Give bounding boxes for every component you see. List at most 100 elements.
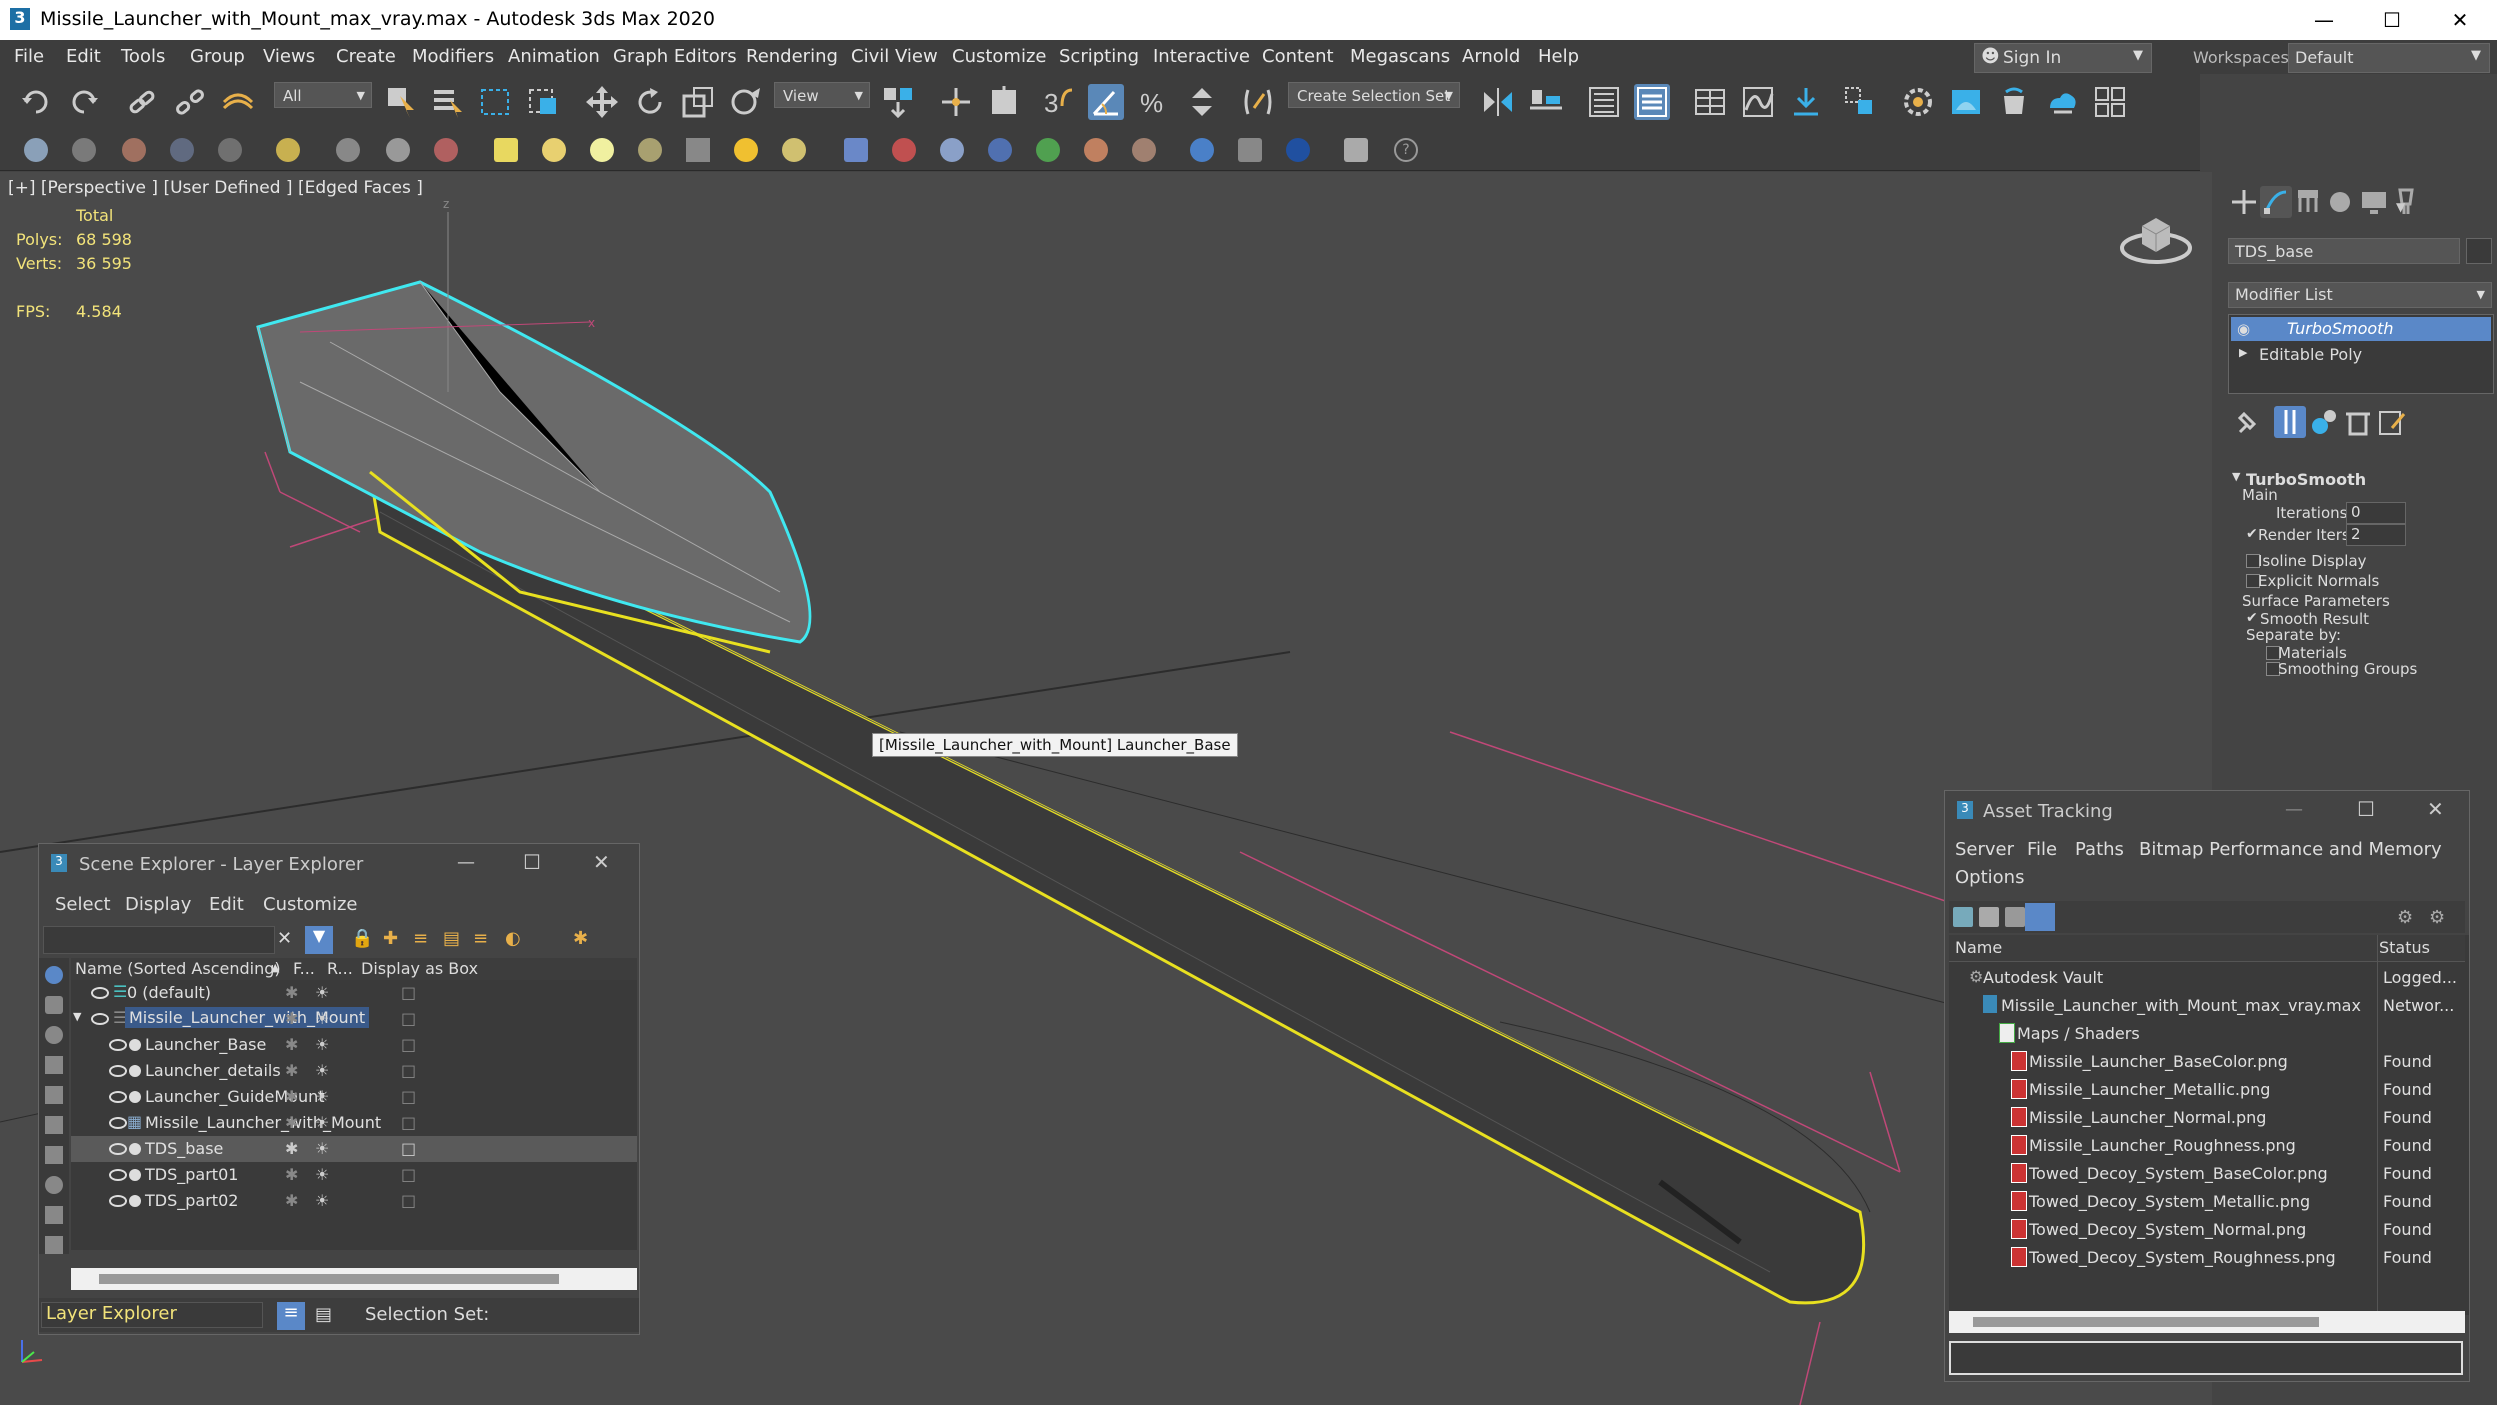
- object-row[interactable]: TDS_part02 ✱ ☀ □: [71, 1188, 637, 1214]
- xref-icon[interactable]: [336, 138, 360, 162]
- asset-row[interactable]: Maps / Shaders: [1949, 1021, 2465, 1047]
- stack-item-turbosmooth[interactable]: ◉ TurboSmooth: [2231, 317, 2491, 341]
- box-icon[interactable]: □: [401, 1087, 416, 1106]
- close-button[interactable]: ✕: [2426, 0, 2494, 40]
- column-name[interactable]: Name (Sorted Ascending): [75, 959, 281, 978]
- hair-icon[interactable]: [844, 138, 868, 162]
- asset-tracking-titlebar[interactable]: 3 Asset Tracking — ☐ ✕: [1945, 791, 2469, 833]
- column-renderable[interactable]: R...: [327, 959, 353, 978]
- sign-in-dropdown[interactable]: ☻ Sign In ▼: [1974, 43, 2152, 73]
- stack-item-editable-poly[interactable]: ▶ Editable Poly: [2231, 343, 2491, 367]
- layer-row[interactable]: ☰ 0 (default) ✱ ☀ □: [71, 980, 637, 1006]
- render-icon[interactable]: ☀: [315, 983, 329, 1002]
- freeze-icon[interactable]: ✱: [285, 1165, 298, 1184]
- displacement-icon[interactable]: [1132, 138, 1156, 162]
- highlight-icon[interactable]: ◐: [505, 928, 521, 949]
- eye-icon[interactable]: [109, 1039, 127, 1051]
- menu-interactive[interactable]: Interactive: [1153, 46, 1250, 67]
- search-input[interactable]: [43, 926, 275, 954]
- add-to-layer-icon[interactable]: ≡: [413, 928, 428, 949]
- populate-icon[interactable]: [170, 138, 194, 162]
- tree-view-icon[interactable]: [2005, 907, 2025, 927]
- freeze-icon[interactable]: ✱: [285, 1009, 298, 1028]
- column-status[interactable]: Status: [2379, 938, 2430, 957]
- vray-proxy-icon[interactable]: [1344, 138, 1368, 162]
- chevron-down-icon[interactable]: ▼: [2232, 470, 2240, 483]
- lock-icon[interactable]: 🔒: [351, 928, 373, 949]
- menu-server[interactable]: Server: [1955, 839, 2014, 860]
- align-icon[interactable]: [1528, 84, 1564, 120]
- close-button[interactable]: ✕: [593, 850, 610, 874]
- display-lights-icon[interactable]: [45, 1026, 63, 1044]
- display-helpers-icon[interactable]: [45, 1086, 63, 1104]
- chevron-down-icon[interactable]: ▼: [73, 1010, 81, 1023]
- render-icon[interactable]: ☀: [315, 1139, 329, 1158]
- curve-editor-icon[interactable]: [1740, 84, 1776, 120]
- object-row[interactable]: Launcher_details ✱ ☀ □: [71, 1058, 637, 1084]
- select-by-name-icon[interactable]: [430, 84, 466, 120]
- menu-civil-view[interactable]: Civil View: [851, 46, 938, 67]
- menu-help[interactable]: Help: [1538, 46, 1579, 67]
- link-icon[interactable]: [124, 84, 160, 120]
- display-all-icon[interactable]: [45, 1236, 63, 1254]
- eye-icon[interactable]: [109, 1169, 127, 1181]
- material-editor-icon[interactable]: [1842, 84, 1878, 120]
- maximize-button[interactable]: ☐: [2357, 797, 2375, 821]
- sunlight-icon[interactable]: [542, 138, 566, 162]
- select-manipulate-icon[interactable]: [938, 84, 974, 120]
- object-row[interactable]: Launcher_GuideMount ✱ ☀ □: [71, 1084, 637, 1110]
- render-icon[interactable]: ☀: [315, 1009, 329, 1028]
- render-setup-icon[interactable]: [1900, 84, 1936, 120]
- object-row-selected[interactable]: TDS_base ✱ ☀ □: [71, 1136, 637, 1162]
- menu-content[interactable]: Content: [1262, 46, 1334, 67]
- menu-views[interactable]: Views: [263, 46, 315, 67]
- asset-row[interactable]: Missile_Launcher_with_Mount_max_vray.max…: [1949, 993, 2465, 1019]
- rendered-frame-window-icon[interactable]: [1948, 84, 1984, 120]
- render-icon[interactable]: ☀: [315, 1113, 329, 1132]
- show-end-result-icon[interactable]: [2274, 406, 2306, 438]
- scrollbar-thumb[interactable]: [1973, 1317, 2319, 1327]
- modify-tab-icon[interactable]: [2260, 186, 2292, 218]
- scene-explorer-toggle-icon[interactable]: [1586, 84, 1622, 120]
- workspace-dropdown[interactable]: Default ▼: [2288, 43, 2490, 73]
- minimize-button[interactable]: —: [2285, 799, 2303, 820]
- freeze-icon[interactable]: ✱: [285, 1191, 298, 1210]
- schematic-view-icon[interactable]: [1788, 84, 1824, 120]
- unlink-icon[interactable]: [172, 84, 208, 120]
- scale-icon[interactable]: [680, 84, 716, 120]
- asset-row[interactable]: Missile_Launcher_BaseColor.png Found: [1949, 1049, 2465, 1075]
- mass-fx-icon[interactable]: [988, 138, 1012, 162]
- move-icon[interactable]: [584, 84, 620, 120]
- layer-row[interactable]: ▼ ☰ Missile_Launcher_with_Mount ✱ ☀ □: [71, 1006, 637, 1032]
- modifier-list-dropdown[interactable]: Modifier List ▼: [2228, 282, 2492, 308]
- horizontal-scrollbar[interactable]: [71, 1268, 637, 1290]
- render-icon[interactable]: ☀: [315, 1191, 329, 1210]
- omni-light-icon[interactable]: [590, 138, 614, 162]
- scene-explorer-titlebar[interactable]: 3 Scene Explorer - Layer Explorer — ☐ ✕: [39, 844, 639, 886]
- layers-icon[interactable]: ≡: [473, 928, 488, 949]
- horizontal-scrollbar[interactable]: [1949, 1311, 2465, 1333]
- make-current-layer-icon[interactable]: ▤: [443, 928, 460, 949]
- object-row[interactable]: Launcher_Base ✱ ☀ □: [71, 1032, 637, 1058]
- object-row[interactable]: TDS_part01 ✱ ☀ □: [71, 1162, 637, 1188]
- help-icon[interactable]: ⚙: [2397, 907, 2413, 928]
- display-cameras-icon[interactable]: [45, 1056, 63, 1074]
- spinner-snap-icon[interactable]: [1184, 84, 1220, 120]
- eye-icon[interactable]: [109, 1143, 127, 1155]
- asset-row[interactable]: Missile_Launcher_Roughness.png Found: [1949, 1133, 2465, 1159]
- eye-icon[interactable]: [91, 1013, 109, 1025]
- object-row[interactable]: ▦ Missile_Launcher_with_Mount ✱ ☀ □: [71, 1110, 637, 1136]
- refresh-icon[interactable]: [1953, 907, 1973, 927]
- scrollbar-thumb[interactable]: [99, 1274, 559, 1284]
- table-view-icon[interactable]: [2025, 903, 2055, 931]
- maximize-button[interactable]: ☐: [2358, 0, 2426, 40]
- render-icon[interactable]: ☀: [315, 1035, 329, 1054]
- eye-icon[interactable]: [109, 1091, 127, 1103]
- render-production-icon[interactable]: [1996, 84, 2032, 120]
- render-iters-spinner[interactable]: 2: [2346, 524, 2406, 546]
- menu-edit[interactable]: Edit: [209, 894, 244, 915]
- angle-snap-icon[interactable]: [1088, 84, 1124, 120]
- freeze-icon[interactable]: ✱: [285, 1139, 298, 1158]
- light-lister-icon[interactable]: [494, 138, 518, 162]
- list-view-icon[interactable]: [1979, 907, 1999, 927]
